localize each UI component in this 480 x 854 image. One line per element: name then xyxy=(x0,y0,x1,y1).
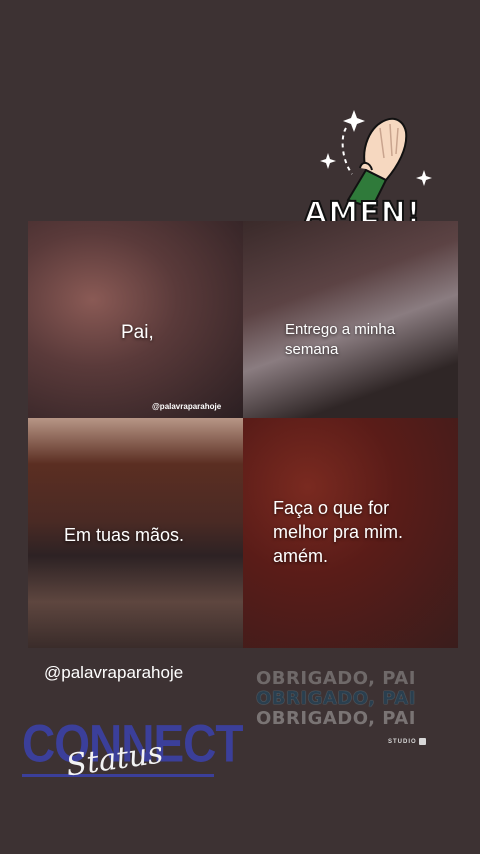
studio-label-text: STUDIO xyxy=(388,739,417,746)
panel-1-text: Pai, xyxy=(121,322,154,343)
collage-panel-2: Entrego a minha semana xyxy=(243,221,458,418)
panel-watermark: @palavraparahoje xyxy=(152,402,222,411)
studio-label: STUDIO xyxy=(388,738,427,746)
obrigado-line-3: OBRIGADO, PAI xyxy=(256,708,416,729)
obrigado-line-2: OBRIGADO, PAI xyxy=(256,688,416,709)
panel-4-text: Faça o que for melhor pra mim. amém. xyxy=(273,498,404,566)
amen-sticker: AMEN! xyxy=(300,108,440,238)
connect-status-logo: CONNECT Status xyxy=(22,712,243,802)
collage-panel-3: Em tuas mãos. xyxy=(28,418,243,648)
collage-panel-4: Faça o que for melhor pra mim. amém. xyxy=(243,418,458,648)
studio-logo-icon xyxy=(419,738,427,745)
panel-3-text: Em tuas mãos. xyxy=(64,525,185,545)
handle-text[interactable]: @palavraparahoje xyxy=(44,663,183,683)
panel-2-text: Entrego a minha semana xyxy=(285,321,396,358)
collage-panel-1: Pai, @palavraparahoje xyxy=(28,221,243,418)
obrigado-line-1: OBRIGADO, PAI xyxy=(256,668,416,689)
